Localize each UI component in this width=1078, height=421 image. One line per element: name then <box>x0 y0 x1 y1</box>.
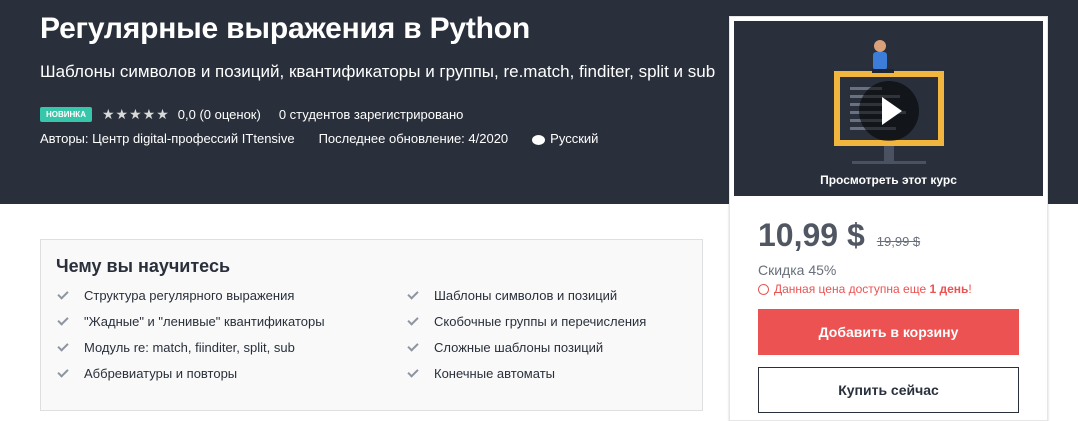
course-stats: НОВИНКА ★ ★ ★ ★ ★ 0,0 (0 оценок) 0 студе… <box>40 105 463 123</box>
timer-suffix: ! <box>968 282 972 296</box>
last-updated: Последнее обновление: 4/2020 <box>318 131 509 146</box>
discount-label: Скидка 45% <box>758 262 837 278</box>
list-item: Модуль re: match, fiinditer, split, sub <box>56 339 406 356</box>
timer-prefix: Данная цена доступна еще <box>774 282 927 296</box>
list-item: Скобочные группы и перечисления <box>406 313 696 330</box>
language: Русский <box>532 131 622 146</box>
list-item-text: Структура регулярного выражения <box>84 288 295 303</box>
rating-text[interactable]: 0,0 (0 оценок) <box>178 107 261 122</box>
authors-link[interactable]: Авторы: Центр digital-профессий ITtensiv… <box>40 131 295 146</box>
course-preview[interactable]: Просмотреть этот курс <box>734 21 1043 196</box>
list-item: Сложные шаблоны позиций <box>406 339 696 356</box>
price-row: 10,99 $ 19,99 $ <box>758 217 920 254</box>
learn-title: Чему вы научитесь <box>56 256 231 276</box>
learn-list: Структура регулярного выражения Шаблоны … <box>56 287 696 382</box>
checkmark-icon <box>407 313 419 326</box>
what-you-will-learn: Чему вы научитесь Структура регулярного … <box>40 239 703 411</box>
star-icon: ★ <box>101 106 115 122</box>
list-item: Аббревиатуры и повторы <box>56 365 406 382</box>
language-label: Русский <box>550 131 599 146</box>
rating-stars: ★ ★ ★ ★ ★ <box>102 107 170 121</box>
list-item: Шаблоны символов и позиций <box>406 287 696 304</box>
checkmark-icon <box>407 365 419 378</box>
star-icon: ★ <box>129 106 142 122</box>
original-price: 19,99 $ <box>876 234 921 249</box>
list-item-text: Модуль re: match, fiinditer, split, sub <box>84 340 295 355</box>
new-badge: НОВИНКА <box>40 106 92 122</box>
checkmark-icon <box>57 313 69 326</box>
list-item-text: Сложные шаблоны позиций <box>434 340 604 355</box>
list-item-text: "Жадные" и "ленивые" квантификаторы <box>84 314 325 329</box>
list-item-text: Конечные автоматы <box>434 366 555 381</box>
checkmark-icon <box>407 339 419 352</box>
list-item-text: Шаблоны символов и позиций <box>434 288 618 303</box>
star-icon: ★ <box>156 106 169 122</box>
list-item-text: Аббревиатуры и повторы <box>84 366 238 381</box>
timer-days: 1 день <box>929 282 969 296</box>
buy-now-button[interactable]: Купить сейчас <box>758 367 1019 413</box>
purchase-sidebar: Просмотреть этот курс 10,99 $ 19,99 $ Ск… <box>729 16 1048 421</box>
list-item: Структура регулярного выражения <box>56 287 406 304</box>
preview-caption[interactable]: Просмотреть этот курс <box>734 173 1043 187</box>
speech-bubble-icon <box>532 134 546 145</box>
course-subtitle: Шаблоны символов и позиций, квантификато… <box>40 62 716 81</box>
checkmark-icon <box>57 365 69 378</box>
current-price: 10,99 $ <box>758 217 865 253</box>
students-count: 0 студентов зарегистрировано <box>278 106 464 122</box>
course-meta: Авторы: Центр digital-профессий ITtensiv… <box>40 131 646 146</box>
add-to-cart-button[interactable]: Добавить в корзину <box>758 309 1019 355</box>
checkmark-icon <box>57 339 69 352</box>
list-item-text: Скобочные группы и перечисления <box>434 314 647 329</box>
price-timer: Данная цена доступна еще 1 день! <box>758 282 972 296</box>
play-icon[interactable] <box>859 81 919 141</box>
list-item: Конечные автоматы <box>406 365 696 382</box>
list-item: "Жадные" и "ленивые" квантификаторы <box>56 313 406 330</box>
checkmark-icon <box>57 287 69 300</box>
checkmark-icon <box>407 287 419 300</box>
star-icon: ★ <box>142 106 156 122</box>
course-title: Регулярные выражения в Python <box>40 12 531 45</box>
clock-icon <box>758 283 769 295</box>
star-icon: ★ <box>115 106 129 122</box>
